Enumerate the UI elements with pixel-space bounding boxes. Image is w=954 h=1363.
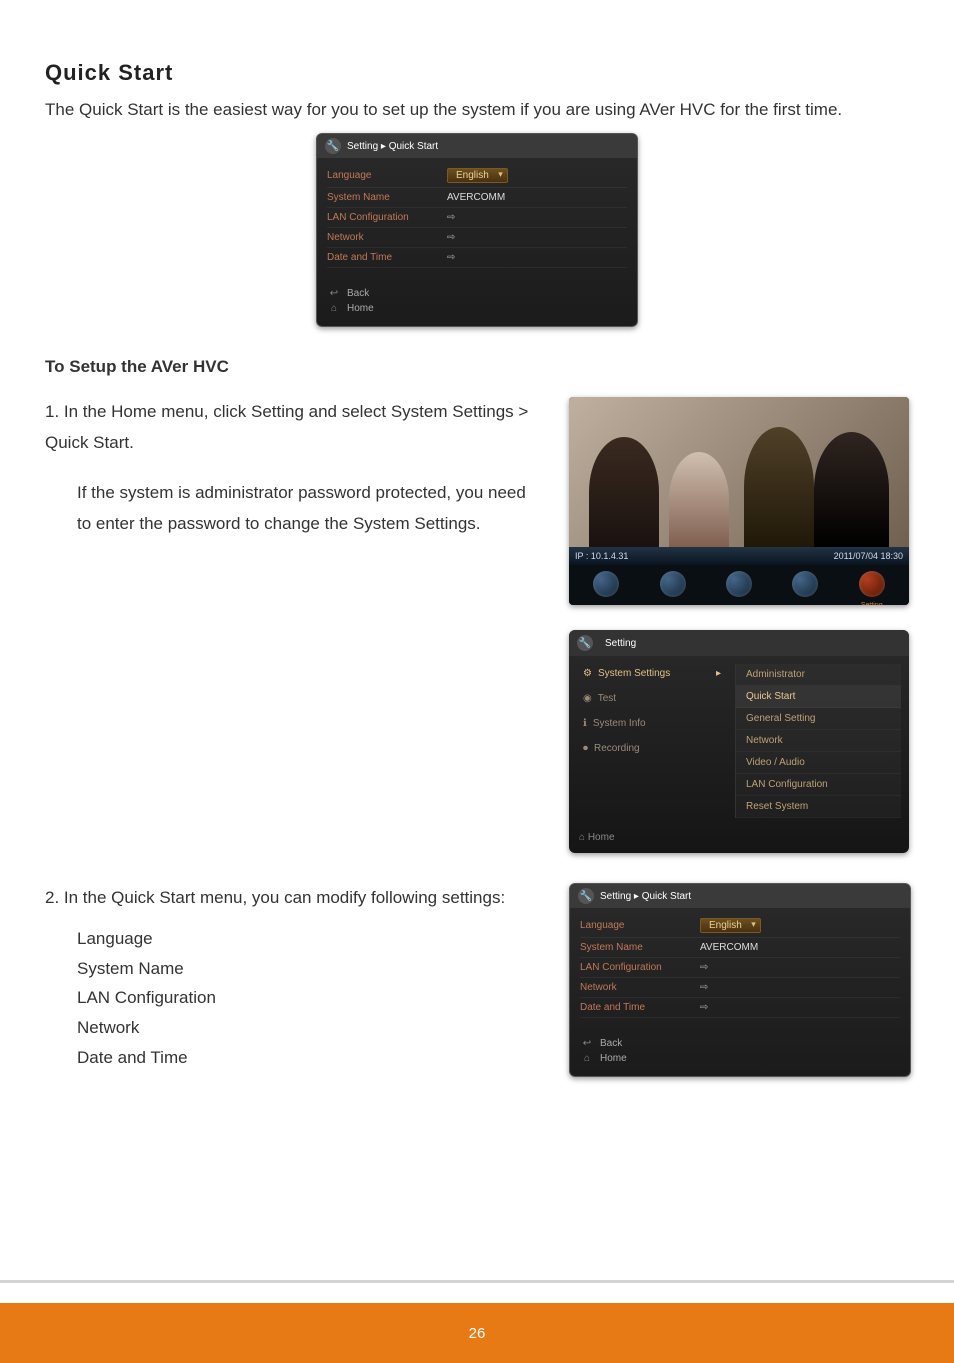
row-language-label: Language	[580, 920, 700, 931]
menu-cat-recording[interactable]: ⏺Recording	[577, 739, 727, 758]
language-dropdown[interactable]: English	[700, 918, 761, 933]
menu-cat-test[interactable]: ◉Test	[577, 689, 727, 708]
page-number: 26	[469, 1325, 486, 1342]
info-icon: ℹ	[583, 718, 587, 729]
arrow-right-icon[interactable]: ⇨	[700, 982, 708, 993]
home-button[interactable]: Home	[600, 1053, 627, 1064]
submenu-reset-system[interactable]: Reset System	[736, 796, 901, 818]
row-systemname-label: System Name	[327, 192, 447, 203]
submenu-quick-start[interactable]: Quick Start	[736, 686, 901, 708]
row-network-label: Network	[327, 232, 447, 243]
bullet-system-name: System Name	[77, 954, 539, 984]
setup-subheading: To Setup the AVer HVC	[45, 357, 909, 377]
system-name-value[interactable]: AVERCOMM	[447, 192, 505, 203]
submenu-general-setting[interactable]: General Setting	[736, 708, 901, 730]
page-title: Quick Start	[45, 60, 909, 86]
quickstart-breadcrumb: Setting ▸ Quick Start	[347, 141, 438, 152]
arrow-right-icon[interactable]: ⇨	[700, 1002, 708, 1013]
arrow-right-icon[interactable]: ⇨	[447, 232, 455, 243]
menu-home-button[interactable]: Home	[588, 832, 615, 843]
submenu-network[interactable]: Network	[736, 730, 901, 752]
arrow-right-icon[interactable]: ⇨	[447, 252, 455, 263]
home-menu-icon-2[interactable]	[660, 571, 686, 597]
wrench-icon: 🔧	[325, 138, 341, 154]
arrow-right-icon[interactable]: ⇨	[700, 962, 708, 973]
intro-paragraph: The Quick Start is the easiest way for y…	[45, 96, 909, 123]
setting-menu-screenshot: 🔧 Setting ⚙System Settings▸ ◉Test ℹSyste…	[569, 630, 909, 853]
back-icon: ↩	[580, 1038, 594, 1049]
home-button[interactable]: Home	[347, 303, 374, 314]
timestamp-label: 2011/07/04 18:30	[834, 551, 903, 561]
quickstart-screenshot-top: 🔧 Setting ▸ Quick Start Language English…	[316, 133, 638, 327]
row-systemname-label: System Name	[580, 942, 700, 953]
home-menu-setting-icon[interactable]: Setting	[859, 571, 885, 597]
record-icon: ⏺	[583, 743, 588, 754]
row-language-label: Language	[327, 170, 447, 181]
footer-divider	[0, 1280, 954, 1283]
ip-label: IP : 10.1.4.31	[575, 551, 628, 561]
back-button[interactable]: Back	[600, 1038, 622, 1049]
back-icon: ↩	[327, 288, 341, 299]
row-datetime-label: Date and Time	[580, 1002, 700, 1013]
wrench-icon: 🔧	[578, 888, 594, 904]
step-1-note: If the system is administrator password …	[45, 478, 539, 539]
home-menu-icon-4[interactable]	[792, 571, 818, 597]
home-menu-icon-1[interactable]	[593, 571, 619, 597]
menu-cat-system-settings[interactable]: ⚙System Settings▸	[577, 664, 727, 683]
home-icon: ⌂	[580, 1053, 594, 1064]
menu-cat-system-info[interactable]: ℹSystem Info	[577, 714, 727, 733]
row-datetime-label: Date and Time	[327, 252, 447, 263]
quickstart-breadcrumb: Setting ▸ Quick Start	[600, 891, 691, 902]
step-1-text: 1. In the Home menu, click Setting and s…	[45, 397, 539, 458]
bullet-lan-config: LAN Configuration	[77, 983, 539, 1013]
back-button[interactable]: Back	[347, 288, 369, 299]
setting-menu-title: Setting	[605, 638, 636, 649]
home-icon: ⌂	[327, 303, 341, 314]
home-icon: ⌂	[579, 832, 585, 843]
gear-icon: ⚙	[583, 668, 592, 679]
row-network-label: Network	[580, 982, 700, 993]
page-footer: 26	[0, 1303, 954, 1363]
quickstart-screenshot-bottom: 🔧 Setting ▸ Quick Start Language English…	[569, 883, 911, 1077]
bullet-language: Language	[77, 924, 539, 954]
bullet-date-time: Date and Time	[77, 1043, 539, 1073]
home-screen-screenshot: IP : 10.1.4.31 2011/07/04 18:30 Setting	[569, 397, 909, 605]
language-dropdown[interactable]: English	[447, 168, 508, 183]
row-lan-label: LAN Configuration	[327, 212, 447, 223]
submenu-video-audio[interactable]: Video / Audio	[736, 752, 901, 774]
row-lan-label: LAN Configuration	[580, 962, 700, 973]
submenu-lan-configuration[interactable]: LAN Configuration	[736, 774, 901, 796]
arrow-right-icon[interactable]: ⇨	[447, 212, 455, 223]
step-2-text: 2. In the Quick Start menu, you can modi…	[45, 883, 539, 914]
bullet-network: Network	[77, 1013, 539, 1043]
home-menu-icon-3[interactable]	[726, 571, 752, 597]
circle-icon: ◉	[583, 693, 592, 704]
submenu-administrator[interactable]: Administrator	[736, 664, 901, 686]
wrench-icon: 🔧	[577, 635, 593, 651]
system-name-value[interactable]: AVERCOMM	[700, 942, 758, 953]
setting-icon-label: Setting	[861, 602, 883, 605]
